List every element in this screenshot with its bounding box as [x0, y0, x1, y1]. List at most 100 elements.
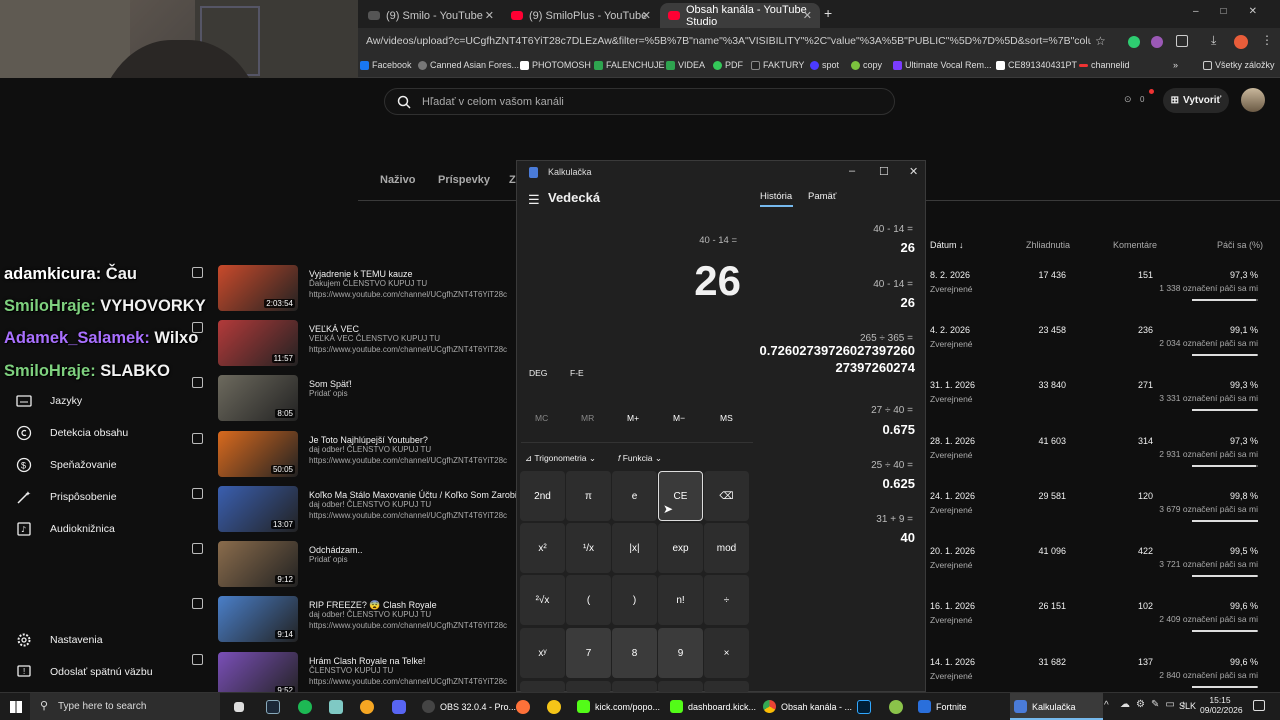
video-title[interactable]: Vyjadrenie k TEMU kauze	[309, 269, 413, 279]
extension-icon[interactable]	[1128, 36, 1140, 48]
browser-tab[interactable]: (9) Smilo - YouTube ✕	[360, 3, 502, 28]
sidebar-item-languages[interactable]: Jazyky	[16, 391, 82, 411]
taskbar-app-obs[interactable]: OBS 32.0.4 - Pro...	[422, 700, 516, 713]
notification-count[interactable]: 0	[1140, 95, 1144, 104]
address-bar[interactable]: Aw/videos/upload?c=UCgfhZNT4T6YiT28c7DLE…	[358, 28, 1280, 56]
history-expression[interactable]: 40 - 14 =	[873, 224, 913, 235]
windows-start-icon[interactable]	[10, 701, 22, 713]
second-button[interactable]: 2nd	[520, 471, 565, 521]
sidebar-item-content-detection[interactable]: Detekcia obsahu	[16, 423, 128, 443]
close-icon[interactable]: ✕	[803, 9, 812, 22]
backspace-button[interactable]: ⌫	[704, 471, 749, 521]
close-paren-button[interactable]: )	[612, 575, 657, 625]
spotify-icon[interactable]	[298, 700, 312, 714]
deg-toggle[interactable]: DEG	[529, 368, 547, 378]
multiply-button[interactable]: ×	[704, 628, 749, 678]
sidebar-item-settings[interactable]: Nastavenia	[16, 630, 103, 650]
video-row[interactable]: 2:03:54 Vyjadrenie k TEMU kauze Ďakujem ČL…	[190, 265, 520, 315]
digit-9-button[interactable]: 9	[658, 628, 703, 678]
video-title[interactable]: VEĽKÁ VEC	[309, 324, 359, 334]
row-checkbox[interactable]	[192, 377, 203, 388]
hamburger-icon[interactable]: ☰	[528, 192, 540, 208]
video-thumbnail[interactable]: 11:57	[218, 320, 298, 366]
video-title[interactable]: Je Toto Najhlúpejší Youtuber?	[309, 435, 428, 445]
tab-more[interactable]: Z	[509, 174, 516, 186]
trigonometry-dropdown[interactable]: ⊿ Trigonometria ⌄	[525, 453, 596, 464]
video-row[interactable]: 9:14 RIP FREEZE? 😨 Clash Royale daj odber!…	[190, 596, 520, 646]
row-checkbox[interactable]	[192, 598, 203, 609]
mplus-button[interactable]: M+	[627, 413, 639, 423]
col-views[interactable]: Zhliadnutia	[1026, 240, 1070, 250]
taskbar-app-calculator[interactable]: Kalkulačka	[1014, 700, 1076, 713]
sidebar-item-customization[interactable]: ✦ Prispôsobenie	[16, 487, 117, 507]
maximize-icon[interactable]: ☐	[879, 165, 889, 178]
video-title[interactable]: Hrám Clash Royale na Telke!	[309, 656, 425, 666]
col-likes[interactable]: Páči sa (%)	[1217, 240, 1263, 250]
app-icon[interactable]	[547, 700, 561, 714]
bookmark[interactable]: PHOTOMOSH	[520, 60, 591, 70]
history-expression[interactable]: 27 ÷ 40 =	[871, 405, 913, 416]
create-button[interactable]: ⊞ Vytvoriť	[1163, 88, 1229, 113]
bookmark[interactable]: CE891340431PT	[996, 60, 1077, 70]
mminus-button[interactable]: M−	[673, 413, 685, 423]
close-icon[interactable]: ✕	[485, 9, 494, 22]
language-indicator[interactable]: SLK	[1179, 701, 1196, 711]
mod-button[interactable]: mod	[704, 523, 749, 573]
factorial-button[interactable]: n!	[658, 575, 703, 625]
extension-icon[interactable]	[1151, 36, 1163, 48]
mc-button[interactable]: MC	[535, 413, 548, 423]
row-checkbox[interactable]	[192, 488, 203, 499]
profile-avatar[interactable]	[1234, 35, 1248, 49]
photoshop-icon[interactable]	[857, 700, 871, 714]
tab-posts[interactable]: Príspevky	[438, 174, 490, 186]
video-thumbnail[interactable]: 13:07	[218, 486, 298, 532]
history-result[interactable]: 0.675	[882, 422, 915, 437]
bookmark[interactable]: FAKTURY	[751, 60, 804, 70]
sqrt-button[interactable]: ²√x	[520, 575, 565, 625]
download-icon[interactable]: ⤓	[1211, 33, 1216, 48]
video-thumbnail[interactable]: 9:12	[218, 541, 298, 587]
app-icon[interactable]	[360, 700, 374, 714]
function-dropdown[interactable]: f Funkcia ⌄	[618, 453, 662, 464]
history-result[interactable]: 0.625	[882, 476, 915, 491]
row-checkbox[interactable]	[192, 433, 203, 444]
history-result[interactable]: 26	[901, 240, 915, 255]
clock[interactable]: 15:15 09/02/2026	[1200, 695, 1243, 715]
star-icon[interactable]: ☆	[1095, 34, 1106, 48]
tab-memory[interactable]: Pamäť	[808, 191, 836, 202]
bookmark[interactable]: Canned Asian Fores...	[418, 60, 519, 70]
video-row[interactable]: 8:05 Som Späť! Pridať opis	[190, 375, 520, 425]
browser-tab[interactable]: (9) SmiloPlus - YouTube ✕	[503, 3, 659, 28]
video-row[interactable]: 9:12 Odchádzam.. Pridať opis	[190, 541, 520, 591]
video-thumbnail[interactable]: 2:03:54	[218, 265, 298, 311]
channel-avatar[interactable]	[1241, 88, 1265, 112]
tray-chevron-icon[interactable]: ^	[1104, 700, 1109, 711]
row-checkbox[interactable]	[192, 543, 203, 554]
fe-toggle[interactable]: F-E	[570, 368, 584, 378]
power-button[interactable]: xʸ	[520, 628, 565, 678]
firefox-icon[interactable]	[516, 700, 530, 714]
video-title[interactable]: Koľko Ma Stálo Maxovanie Účtu / Koľko So…	[309, 490, 526, 500]
video-title[interactable]: Som Späť!	[309, 379, 352, 389]
minimize-icon[interactable]: –	[849, 165, 855, 177]
exp-button[interactable]: exp	[658, 523, 703, 573]
taskbar-app-fortnite[interactable]: Fortnite	[918, 700, 967, 713]
video-row[interactable]: 50:05 Je Toto Najhlúpejší Youtuber? daj od…	[190, 431, 520, 481]
taskbar-app-kick[interactable]: kick.com/popo...	[577, 700, 660, 713]
col-comments[interactable]: Komentáre	[1113, 240, 1157, 250]
ms-button[interactable]: MS	[720, 413, 733, 423]
bookmark[interactable]: PDF	[713, 60, 743, 70]
close-icon[interactable]: ✕	[642, 9, 651, 22]
digit-8-button[interactable]: 8	[612, 628, 657, 678]
task-view-icon[interactable]	[234, 702, 244, 712]
square-button[interactable]: x²	[520, 523, 565, 573]
open-paren-button[interactable]: (	[566, 575, 611, 625]
sidebar-item-audio-library[interactable]: ♪ Audioknižnica	[16, 519, 115, 539]
row-checkbox[interactable]	[192, 267, 203, 278]
more-bookmarks-icon[interactable]: »	[1173, 60, 1178, 70]
bookmark[interactable]: FALENCHUJE	[594, 60, 665, 70]
reciprocal-button[interactable]: ¹/x	[566, 523, 611, 573]
url-text[interactable]: Aw/videos/upload?c=UCgfhZNT4T6YiT28c7DLE…	[366, 35, 1091, 47]
row-checkbox[interactable]	[192, 654, 203, 665]
menu-icon[interactable]: ⋮	[1261, 33, 1273, 47]
